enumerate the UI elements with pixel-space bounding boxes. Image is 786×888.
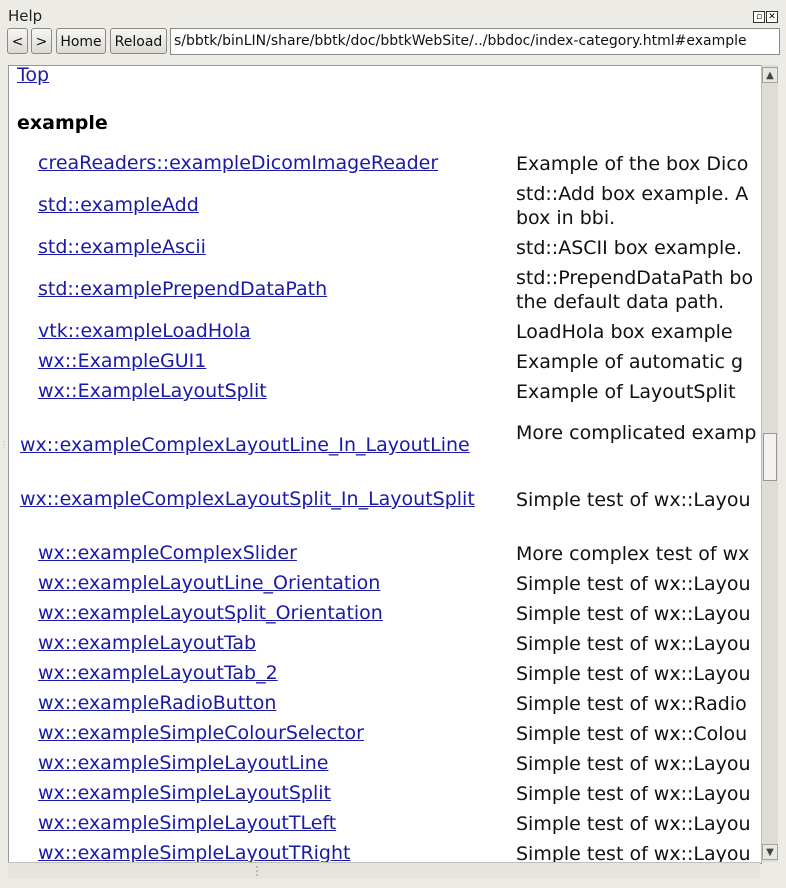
example-link[interactable]: wx::ExampleLayoutSplit: [38, 380, 267, 402]
description-line: Simple test of wx::Layou: [516, 573, 751, 595]
section-heading: example: [17, 112, 108, 134]
example-description: Example of the box Dico: [516, 152, 748, 176]
example-link[interactable]: wx::exampleComplexLayoutSplit_In_LayoutS…: [20, 488, 475, 510]
example-link[interactable]: wx::exampleComplexLayoutLine_In_LayoutLi…: [20, 434, 470, 456]
description-line: Simple test of wx::Radio: [516, 693, 747, 715]
home-button[interactable]: Home: [56, 28, 106, 54]
example-description: More complicated examp: [516, 421, 756, 445]
description-line: More complex test of wx: [516, 543, 750, 565]
restore-icon[interactable]: ▫: [753, 11, 765, 23]
example-link[interactable]: wx::exampleLayoutTab: [38, 632, 256, 654]
example-description: std::PrependDataPath bo the default data …: [516, 266, 753, 314]
description-line: Simple test of wx::Layou: [516, 633, 751, 655]
description-line: Simple test of wx::Layou: [516, 489, 751, 511]
title-bar: Help ▫ ✕: [0, 6, 786, 26]
example-link[interactable]: wx::exampleSimpleColourSelector: [38, 722, 364, 744]
example-description: Simple test of wx::Layou: [516, 812, 751, 836]
example-link[interactable]: wx::exampleSimpleLayoutLine: [38, 752, 328, 774]
vertical-scrollbar[interactable]: ▲ ▼: [761, 65, 778, 862]
description-line: Example of LayoutSplit: [516, 381, 736, 403]
example-description: std::ASCII box example.: [516, 236, 742, 260]
description-line: Simple test of wx::Layou: [516, 843, 751, 864]
example-link[interactable]: wx::exampleSimpleLayoutTRight: [38, 842, 350, 863]
toolbar: < > Home Reload s/bbtk/binLIN/share/bbtk…: [0, 26, 786, 58]
description-line: Simple test of wx::Layou: [516, 603, 751, 625]
scroll-up-icon[interactable]: ▲: [762, 67, 778, 83]
back-button[interactable]: <: [7, 28, 28, 54]
example-description: More complex test of wx: [516, 542, 749, 566]
example-link[interactable]: wx::exampleSimpleLayoutSplit: [38, 782, 331, 804]
example-description: Simple test of wx::Layou: [516, 842, 751, 864]
help-window: Help ▫ ✕ < > Home Reload s/bbtk/binLIN/s…: [0, 0, 786, 888]
horizontal-scrollbar[interactable]: [8, 862, 760, 879]
example-link[interactable]: std::examplePrependDataPath: [38, 278, 327, 300]
example-link[interactable]: wx::ExampleGUI1: [38, 350, 206, 372]
example-description: std::Add box example. Abox in bbi.: [516, 182, 748, 230]
description-line: Simple test of wx::Layou: [516, 753, 751, 775]
example-link[interactable]: wx::exampleLayoutSplit_Orientation: [38, 602, 383, 624]
description-line: Simple test of wx::Colou: [516, 723, 748, 745]
example-link[interactable]: creaReaders::exampleDicomImageReader: [38, 152, 438, 174]
example-description: Simple test of wx::Layou: [516, 572, 751, 596]
forward-button[interactable]: >: [31, 28, 52, 54]
example-link[interactable]: wx::exampleSimpleLayoutTLeft: [38, 812, 336, 834]
top-link[interactable]: Top: [17, 66, 49, 86]
example-link[interactable]: std::exampleAdd: [38, 194, 199, 216]
description-line: the default data path.: [516, 291, 725, 313]
example-description: Simple test of wx::Layou: [516, 782, 751, 806]
description-line: Simple test of wx::Layou: [516, 813, 751, 835]
example-link[interactable]: wx::exampleRadioButton: [38, 692, 276, 714]
html-content-view: Top example creaReaders::exampleDicomIma…: [8, 65, 762, 864]
example-link[interactable]: wx::exampleLayoutLine_Orientation: [38, 572, 380, 594]
description-line: std::PrependDataPath bo: [516, 267, 754, 289]
example-description: Simple test of wx::Layou: [516, 632, 751, 656]
scrollbar-thumb[interactable]: [763, 433, 777, 481]
grip-icon: [256, 866, 272, 876]
window-title: Help: [8, 7, 43, 25]
example-description: Simple test of wx::Layou: [516, 662, 751, 686]
description-line: LoadHola box example: [516, 321, 733, 343]
example-description: Simple test of wx::Layou: [516, 488, 751, 512]
reload-button[interactable]: Reload: [110, 28, 167, 54]
scroll-down-icon[interactable]: ▼: [762, 844, 778, 860]
example-description: Simple test of wx::Radio: [516, 692, 747, 716]
description-line: box in bbi.: [516, 207, 616, 229]
example-description: Simple test of wx::Colou: [516, 722, 747, 746]
resize-grip[interactable]: ⋮: [0, 440, 8, 460]
description-line: Example of automatic g: [516, 351, 744, 373]
description-line: Simple test of wx::Layou: [516, 783, 751, 805]
example-link[interactable]: wx::exampleComplexSlider: [38, 542, 297, 564]
example-description: Example of LayoutSplit: [516, 380, 736, 404]
example-link[interactable]: vtk::exampleLoadHola: [38, 320, 251, 342]
example-description: Example of automatic g: [516, 350, 743, 374]
description-line: More complicated examp: [516, 422, 757, 444]
example-description: LoadHola box example: [516, 320, 733, 344]
description-line: Simple test of wx::Layou: [516, 663, 751, 685]
description-line: Example of the box Dico: [516, 153, 749, 175]
example-description: Simple test of wx::Layou: [516, 602, 751, 626]
description-line: std::Add box example. A: [516, 183, 749, 205]
example-description: Simple test of wx::Layou: [516, 752, 751, 776]
close-icon[interactable]: ✕: [766, 11, 778, 23]
example-link[interactable]: std::exampleAscii: [38, 236, 206, 258]
description-line: std::ASCII box example.: [516, 237, 742, 259]
example-link[interactable]: wx::exampleLayoutTab_2: [38, 662, 278, 684]
url-field[interactable]: s/bbtk/binLIN/share/bbtk/doc/bbtkWebSite…: [170, 28, 780, 55]
